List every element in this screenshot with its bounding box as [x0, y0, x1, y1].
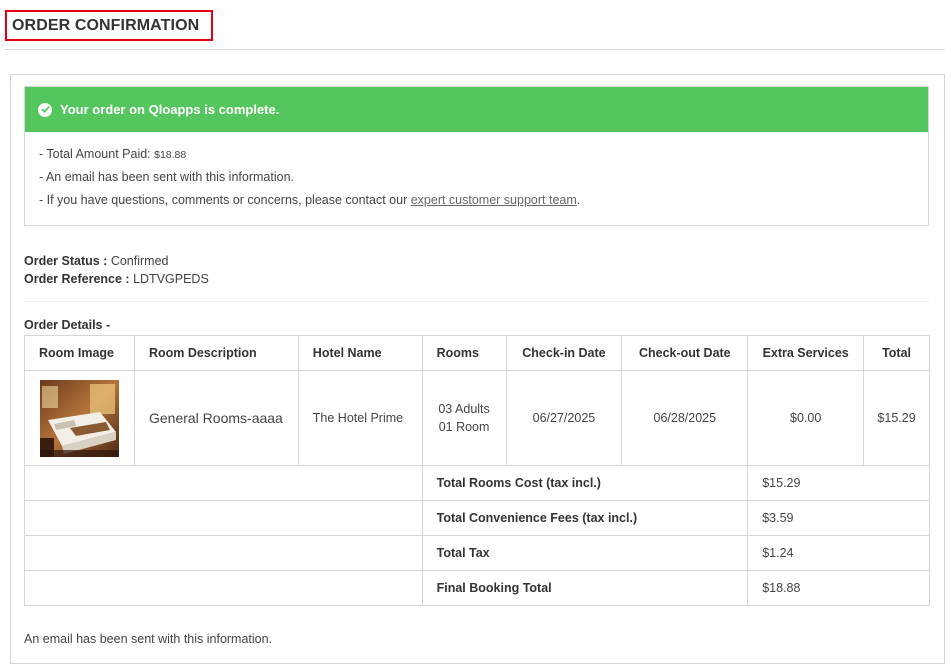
order-status-block: Order Status : Confirmed Order Reference… — [24, 252, 209, 288]
alert-header: Your order on Qloapps is complete. — [25, 87, 928, 132]
checkout-date: 06/28/2025 — [621, 370, 749, 466]
total-rooms-cost-label: Total Rooms Cost (tax incl.) — [421, 465, 749, 501]
header-checkout-date: Check-out Date — [621, 335, 749, 371]
room-image-cell — [24, 370, 135, 466]
room-photo — [39, 379, 119, 457]
success-alert: Your order on Qloapps is complete. - Tot… — [24, 86, 929, 226]
amount-paid-label: - Total Amount Paid: — [39, 147, 155, 161]
header-rooms: Rooms — [421, 335, 507, 371]
checkin-date: 06/27/2025 — [505, 370, 623, 466]
summary-row: Total Convenience Fees (tax incl.) $3.59 — [24, 500, 930, 536]
amount-paid-value: $18.88 — [154, 149, 187, 161]
extra-services-amount: $0.00 — [747, 370, 865, 466]
order-details-table: Room Image Room Description Hotel Name R… — [24, 335, 930, 606]
questions-line: - If you have questions, comments or con… — [39, 189, 928, 212]
summary-spacer — [24, 570, 423, 606]
table-row: General Rooms-aaaa The Hotel Prime 03 Ad… — [24, 370, 930, 466]
summary-spacer — [24, 500, 423, 536]
order-details-label: Order Details - — [24, 318, 111, 332]
header-checkin-date: Check-in Date — [505, 335, 623, 371]
total-tax-label: Total Tax — [421, 535, 749, 571]
total-rooms-cost-value: $15.29 — [747, 465, 930, 501]
convenience-fees-value: $3.59 — [747, 500, 930, 536]
room-description: General Rooms-aaaa — [133, 370, 299, 466]
order-reference-value: LDTVGPEDS — [129, 272, 209, 286]
amount-paid-line: - Total Amount Paid: $18.88 — [39, 143, 928, 166]
convenience-fees-label: Total Convenience Fees (tax incl.) — [421, 500, 749, 536]
header-total: Total — [863, 335, 930, 371]
order-reference-row: Order Reference : LDTVGPEDS — [24, 270, 209, 288]
summary-row: Total Rooms Cost (tax incl.) $15.29 — [24, 465, 930, 501]
final-booking-total-label: Final Booking Total — [421, 570, 749, 606]
summary-spacer — [24, 465, 423, 501]
rooms-cell: 03 Adults 01 Room — [421, 370, 507, 466]
questions-suffix: . — [576, 193, 581, 207]
title-divider — [5, 49, 945, 50]
order-status-label: Order Status : — [24, 254, 108, 268]
summary-row: Total Tax $1.24 — [24, 535, 930, 571]
final-booking-total-value: $18.88 — [747, 570, 930, 606]
check-circle-icon — [38, 102, 52, 117]
header-hotel-name: Hotel Name — [297, 335, 423, 371]
room-count: 01 Room — [438, 420, 490, 434]
order-status-value: Confirmed — [107, 254, 169, 268]
alert-body: - Total Amount Paid: $18.88 - An email h… — [25, 132, 928, 212]
email-sent-line: - An email has been sent with this infor… — [39, 170, 294, 184]
header-extra-services: Extra Services — [747, 335, 865, 371]
summary-spacer — [24, 535, 423, 571]
header-room-description: Room Description — [133, 335, 299, 371]
item-total: $15.29 — [863, 370, 930, 466]
section-divider — [24, 301, 929, 302]
summary-row: Final Booking Total $18.88 — [24, 570, 930, 606]
support-team-link[interactable]: expert customer support team — [411, 193, 577, 207]
questions-text: - If you have questions, comments or con… — [39, 193, 411, 207]
page-title: ORDER CONFIRMATION — [5, 10, 213, 41]
order-status-row: Order Status : Confirmed — [24, 252, 209, 270]
header-room-image: Room Image — [24, 335, 135, 371]
alert-message: Your order on Qloapps is complete. — [60, 102, 280, 117]
table-header-row: Room Image Room Description Hotel Name R… — [24, 335, 930, 371]
total-tax-value: $1.24 — [747, 535, 930, 571]
hotel-name: The Hotel Prime — [297, 370, 423, 466]
order-reference-label: Order Reference : — [24, 272, 130, 286]
adults-count: 03 Adults — [438, 402, 490, 416]
